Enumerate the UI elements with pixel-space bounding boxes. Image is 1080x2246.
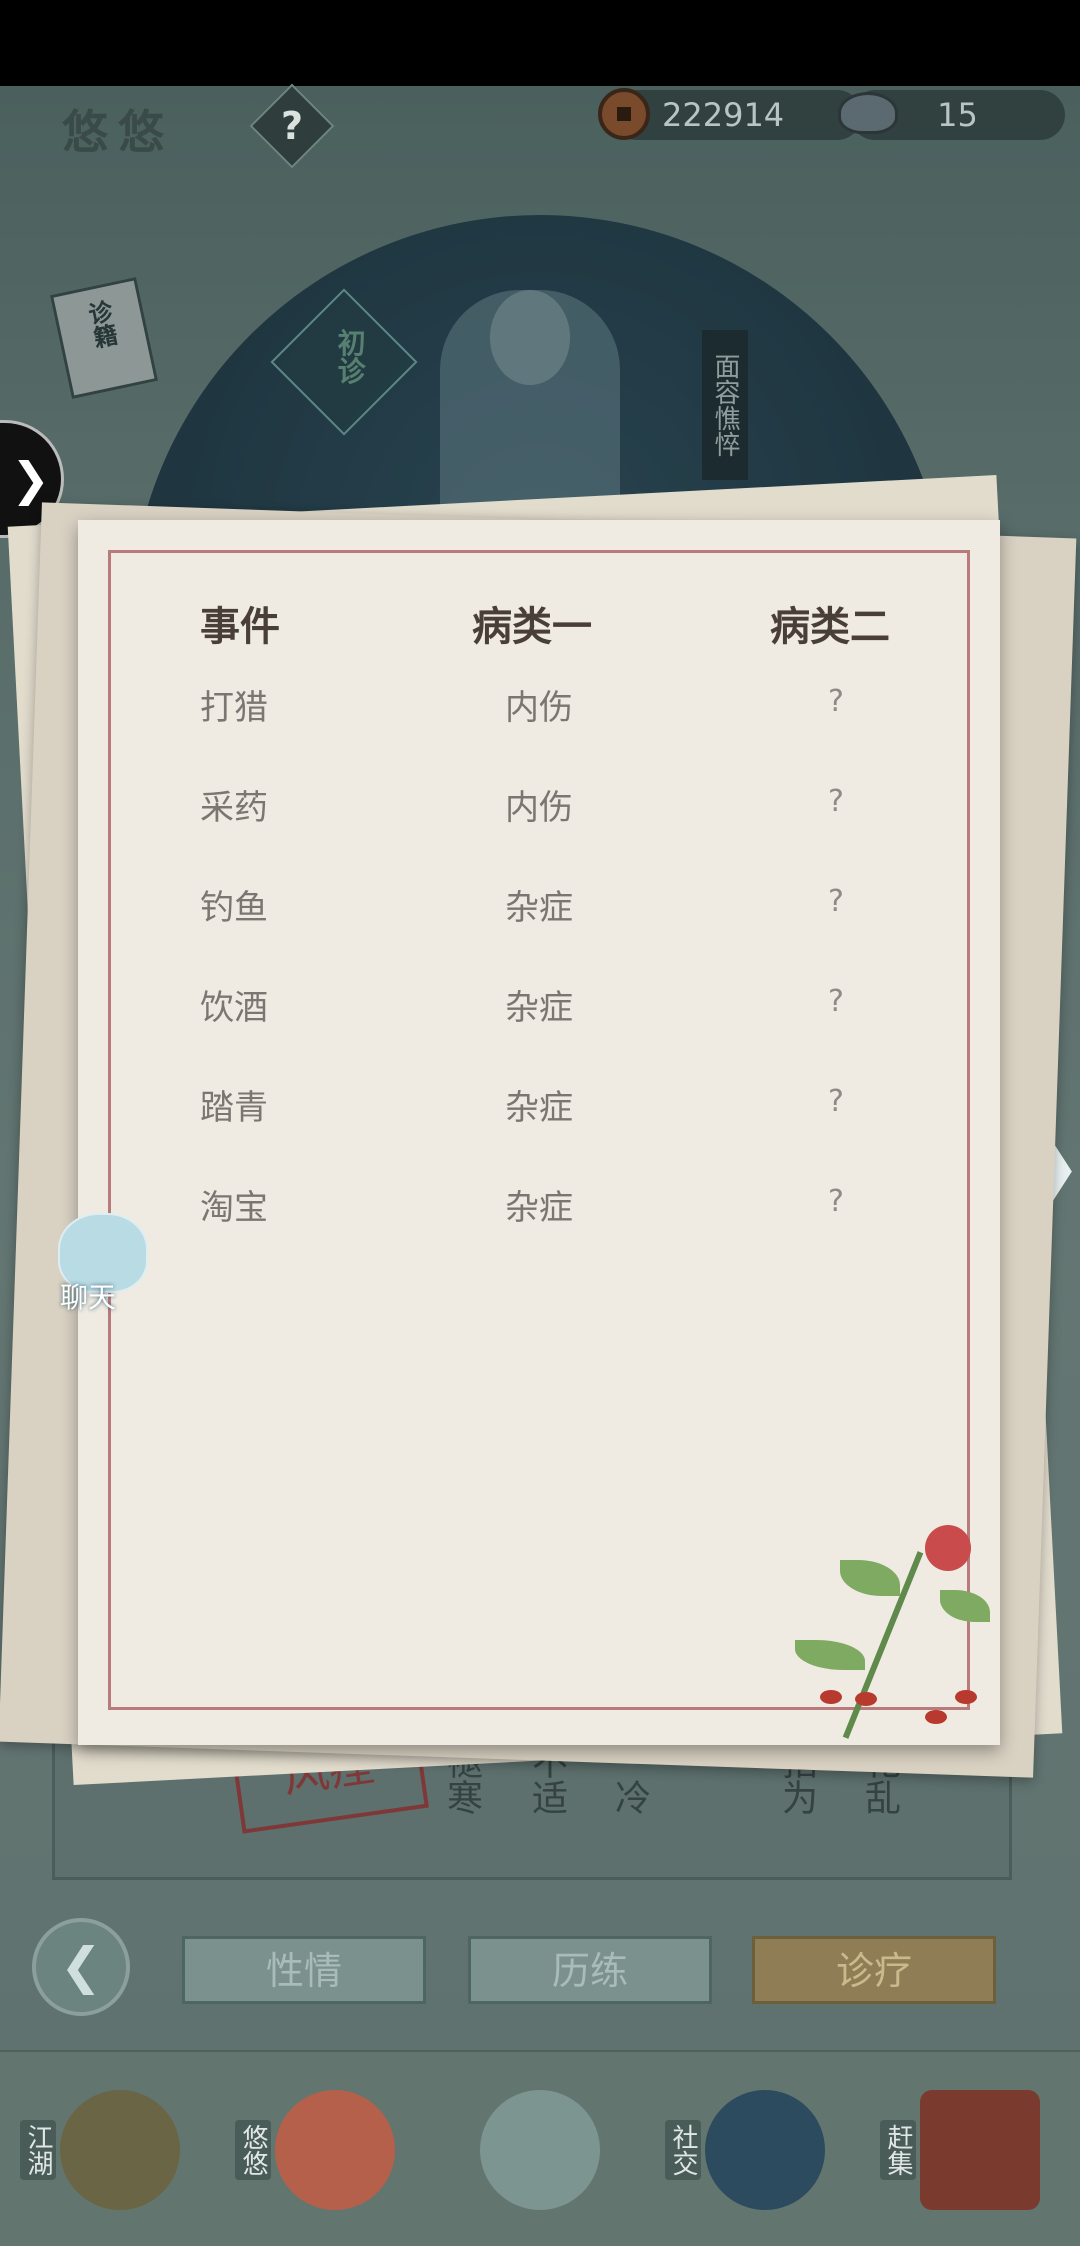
back-arrow-icon: ❮ [60, 1937, 102, 1995]
row-6-category-one: 杂症 [505, 1188, 573, 1228]
nav-item-social[interactable]: 社交 [665, 2080, 845, 2230]
market-basket-icon [920, 2090, 1040, 2210]
row-1-event: 打猎 [200, 688, 268, 728]
row-5-category-two: ? [828, 1084, 844, 1119]
row-4-category-one: 杂症 [505, 988, 573, 1028]
nav-item-youyou[interactable]: 悠悠 [235, 2080, 415, 2230]
character-name: 悠悠 [62, 105, 174, 159]
nav-label-market: 赶集 [880, 2120, 916, 2180]
copper-coin-icon [598, 88, 650, 140]
question-icon: ? [280, 104, 304, 148]
berry-decoration [820, 1690, 842, 1704]
header-category-two: 病类二 [770, 603, 890, 650]
berry-decoration [855, 1692, 877, 1706]
hat-icon [60, 2090, 180, 2210]
row-1-category-one: 内伤 [505, 688, 573, 728]
chevron-right-icon: ❯ [11, 452, 50, 506]
swallow-icon [275, 2090, 395, 2210]
nav-label-jianghu: 江湖 [20, 2120, 56, 2180]
row-3-category-two: ? [828, 884, 844, 919]
row-2-event: 采药 [200, 788, 268, 828]
water-splash-icon [705, 2090, 825, 2210]
row-6-category-two: ? [828, 1184, 844, 1219]
status-bar [0, 0, 1080, 86]
row-2-category-two: ? [828, 784, 844, 819]
row-4-event: 饮酒 [200, 988, 268, 1028]
nav-label-social: 社交 [665, 2120, 701, 2180]
tab-treatment[interactable]: 诊疗 [752, 1936, 996, 2004]
row-3-event: 钓鱼 [200, 888, 268, 928]
header-category-one: 病类一 [472, 603, 592, 650]
row-1-category-two: ? [828, 684, 844, 719]
row-6-event: 淘宝 [200, 1188, 268, 1228]
header-event: 事件 [200, 603, 280, 650]
compass-star-icon [480, 2090, 600, 2210]
berry-decoration [925, 1710, 947, 1724]
nav-item-home[interactable] [470, 2080, 650, 2230]
tab-temperament[interactable]: 性情 [182, 1936, 426, 2004]
chat-label[interactable]: 聊天 [60, 1276, 116, 1316]
tab-experience[interactable]: 历练 [468, 1936, 712, 2004]
berry-decoration [955, 1690, 977, 1704]
row-2-category-one: 内伤 [505, 788, 573, 828]
nav-item-market[interactable]: 赶集 [880, 2080, 1060, 2230]
silver-ingot-icon [838, 92, 898, 134]
nav-item-jianghu[interactable]: 江湖 [20, 2080, 200, 2230]
row-3-category-one: 杂症 [505, 888, 573, 928]
row-5-event: 踏青 [200, 1088, 268, 1128]
back-button[interactable]: ❮ [32, 1918, 130, 2016]
nav-label-youyou: 悠悠 [235, 2120, 271, 2180]
row-5-category-one: 杂症 [505, 1088, 573, 1128]
red-flower-decoration [925, 1525, 971, 1571]
row-4-category-two: ? [828, 984, 844, 1019]
